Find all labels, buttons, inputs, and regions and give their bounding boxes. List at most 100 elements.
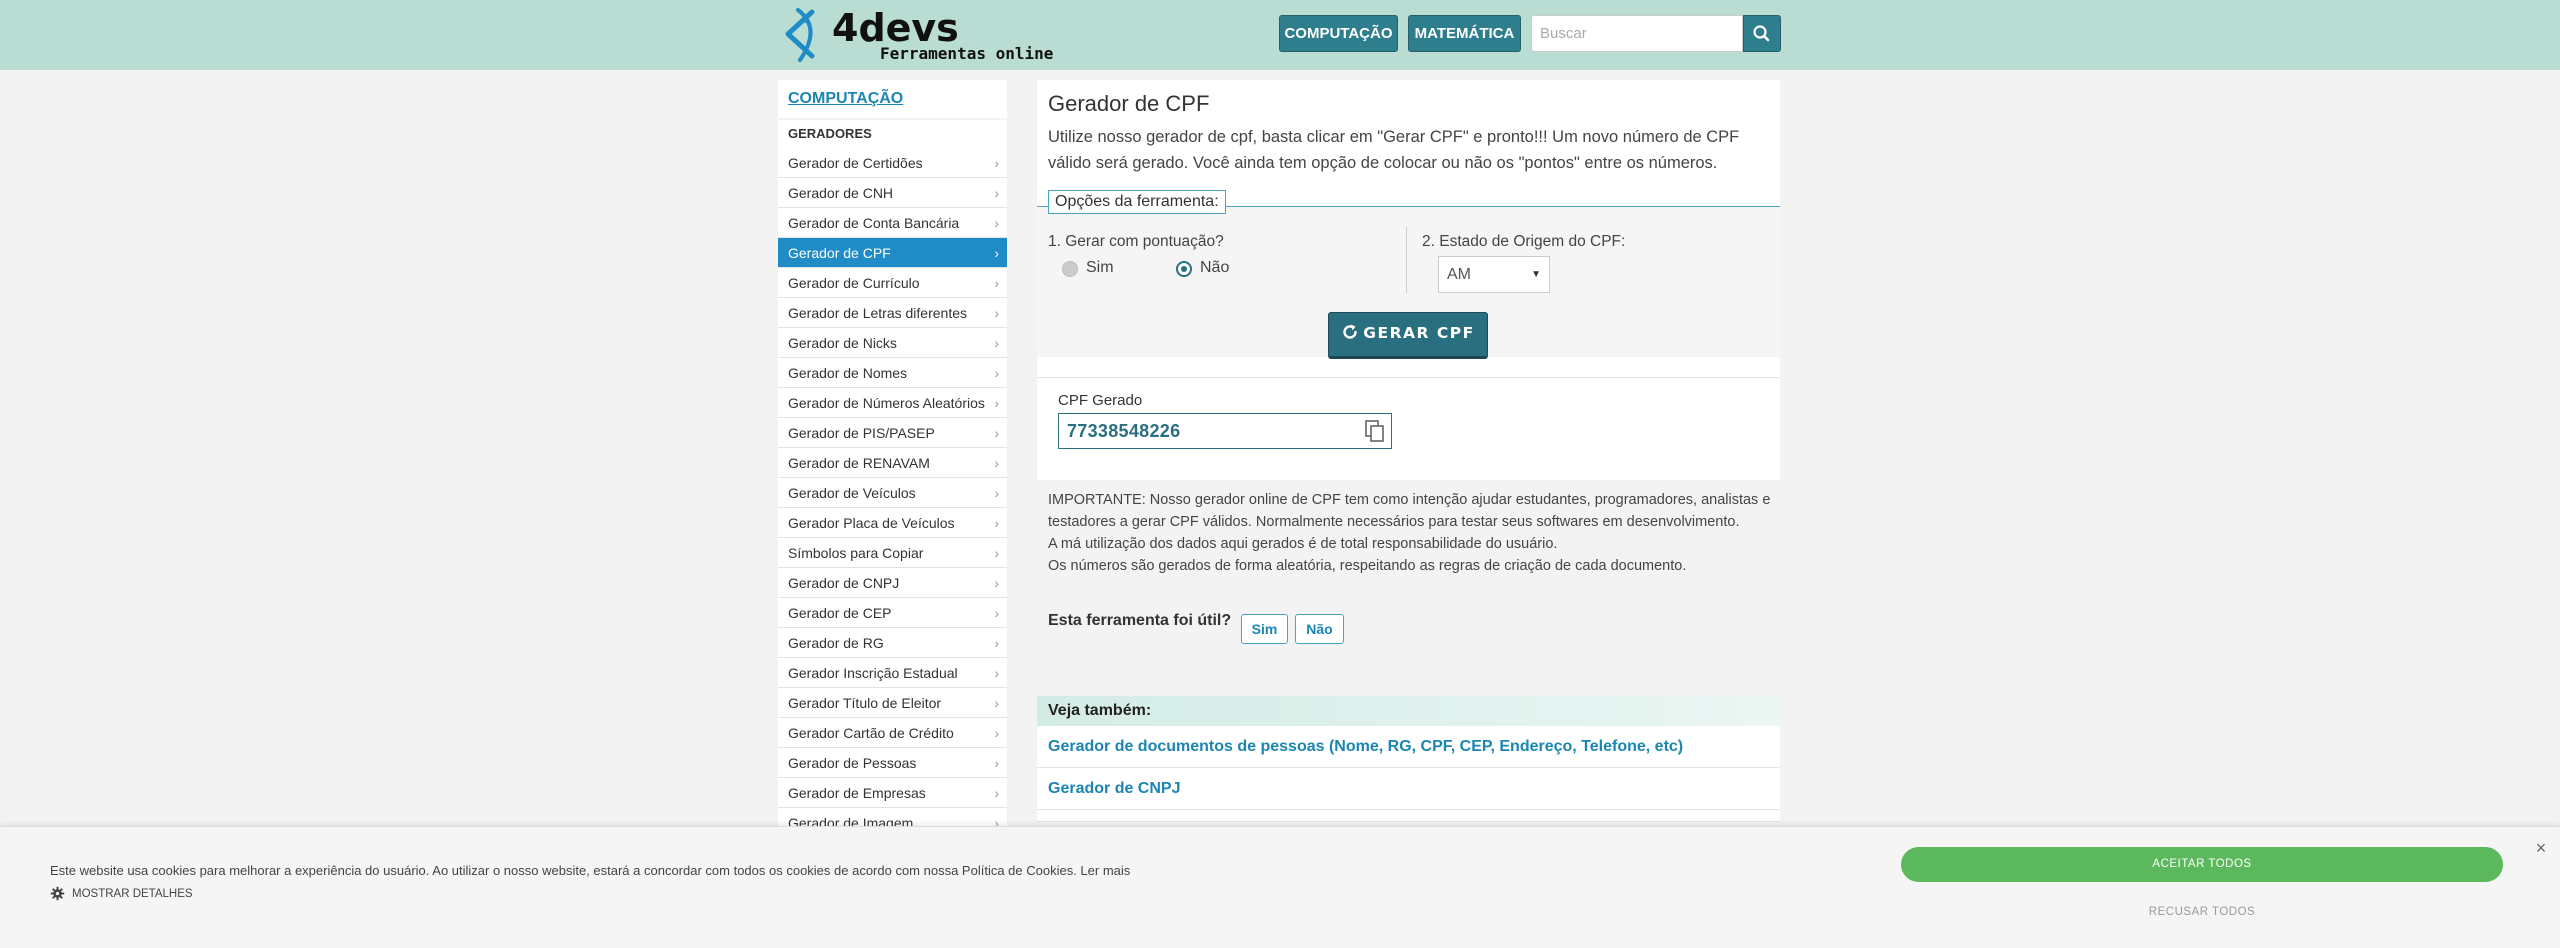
cpf-value[interactable]: 77338548226 <box>1067 421 1180 442</box>
important-paragraph: A má utilização dos dados aqui gerados é… <box>1048 536 1558 552</box>
search-button[interactable] <box>1743 15 1781 52</box>
sidebar-item[interactable]: Gerador de Imagem › <box>778 808 1007 826</box>
sidebar-item[interactable]: Gerador de Conta Bancária › <box>778 208 1007 238</box>
logo-subtitle: Ferramentas online <box>880 44 1054 63</box>
punctuation-no-label[interactable]: Não <box>1200 259 1229 277</box>
chevron-right-icon: › <box>994 395 999 411</box>
result-area: CPF Gerado 77338548226 <box>1037 377 1780 478</box>
punctuation-yes-label[interactable]: Sim <box>1086 259 1114 277</box>
sidebar-item[interactable]: Gerador de CPF › <box>778 238 1007 268</box>
state-select[interactable]: AM ▼ <box>1438 256 1550 293</box>
options-area: 1. Gerar com pontuação? Sim Não 2. Estad… <box>1037 207 1780 359</box>
chevron-right-icon: › <box>994 605 999 621</box>
sidebar-list: Gerador de Certidões › Gerador de CNH › Gera… <box>778 148 1007 826</box>
chevron-right-icon: › <box>994 725 999 741</box>
sidebar-category-link[interactable]: COMPUTAÇÃO <box>778 80 1007 108</box>
see-also-section: Veja também: Gerador de documentos de pe… <box>1037 696 1780 822</box>
sidebar-category: COMPUTAÇÃO <box>778 80 1007 118</box>
generate-cpf-button[interactable]: GERAR CPF <box>1328 312 1488 359</box>
sidebar-item[interactable]: Gerador de Certidões › <box>778 148 1007 178</box>
sidebar-item-label: Gerador Inscrição Estadual <box>788 665 958 681</box>
options-legend: Opções da ferramenta: <box>1048 190 1226 214</box>
feedback-question: Esta ferramenta foi útil? <box>1048 612 1232 629</box>
sidebar-item[interactable]: Gerador de PIS/PASEP › <box>778 418 1007 448</box>
search-input[interactable] <box>1531 15 1743 52</box>
sidebar-item[interactable]: Gerador Inscrição Estadual › <box>778 658 1007 688</box>
sidebar-item-label: Gerador de CNH <box>788 185 894 201</box>
sidebar-item-label: Gerador de Imagem <box>788 815 914 826</box>
reject-all-button[interactable]: Recusar todos <box>1901 902 2503 922</box>
cookie-banner: Este website usa cookies para melhorar a… <box>0 826 2560 948</box>
chevron-right-icon: › <box>994 275 999 291</box>
sidebar-item[interactable]: Gerador de RENAVAM › <box>778 448 1007 478</box>
chevron-right-icon: › <box>994 185 999 201</box>
sidebar-item[interactable]: Gerador de CNH › <box>778 178 1007 208</box>
sidebar-item[interactable]: Gerador de RG › <box>778 628 1007 658</box>
result-field[interactable]: 77338548226 <box>1058 413 1392 449</box>
sidebar-item-label: Gerador de Letras diferentes <box>788 305 967 321</box>
important-paragraph: Os números são gerados de forma aleatóri… <box>1048 558 1687 574</box>
chevron-right-icon: › <box>994 335 999 351</box>
chevron-right-icon: › <box>994 215 999 231</box>
nav-matematica-button[interactable]: MATEMÁTICA <box>1408 15 1521 52</box>
sidebar-item[interactable]: Gerador de Nicks › <box>778 328 1007 358</box>
sidebar-item[interactable]: Gerador de Currículo › <box>778 268 1007 298</box>
refresh-icon <box>1343 324 1357 339</box>
see-also-link[interactable]: Gerador de CNPJ <box>1037 768 1780 810</box>
see-also-link[interactable]: Gerador de documentos de pessoas (Nome, … <box>1037 726 1780 768</box>
chevron-right-icon: › <box>994 785 999 801</box>
sidebar-item[interactable]: Gerador de CEP › <box>778 598 1007 628</box>
see-also-link-partial <box>1037 810 1780 822</box>
feedback-no-button[interactable]: Não <box>1295 614 1344 644</box>
chevron-right-icon: › <box>994 815 999 826</box>
sidebar-item-label: Gerador Cartão de Crédito <box>788 725 954 741</box>
copy-icon[interactable] <box>1362 418 1388 444</box>
sidebar-item-label: Gerador de Nicks <box>788 335 897 351</box>
sidebar-item[interactable]: Gerador de CNPJ › <box>778 568 1007 598</box>
site-header: 4devs Ferramentas online COMPUTAÇÃO MATE… <box>0 0 2560 70</box>
sidebar-item-label: Gerador Placa de Veículos <box>788 515 955 531</box>
sidebar-item-label: Gerador de Conta Bancária <box>788 215 960 231</box>
sidebar-item[interactable]: Gerador de Nomes › <box>778 358 1007 388</box>
sidebar-item[interactable]: Símbolos para Copiar › <box>778 538 1007 568</box>
sidebar-item[interactable]: Gerador de Veículos › <box>778 478 1007 508</box>
important-paragraph: IMPORTANTE: Nosso gerador online de CPF … <box>1048 492 1771 530</box>
sidebar-item[interactable]: Gerador de Pessoas › <box>778 748 1007 778</box>
sidebar-item[interactable]: Gerador Título de Eleitor › <box>778 688 1007 718</box>
chevron-right-icon: › <box>994 545 999 561</box>
accept-all-button[interactable]: Aceitar todos <box>1901 847 2503 882</box>
sidebar-section-title: GERADORES <box>778 120 1007 148</box>
chevron-right-icon: › <box>994 695 999 711</box>
chevron-right-icon: › <box>994 485 999 501</box>
sidebar-item-label: Gerador de Veículos <box>788 485 916 501</box>
chevron-right-icon: › <box>994 575 999 591</box>
sidebar-item-label: Gerador de Números Aleatórios <box>788 395 985 411</box>
logo-mark-icon <box>785 8 815 62</box>
close-icon[interactable]: × <box>2530 837 2552 859</box>
sidebar-item[interactable]: Gerador Cartão de Crédito › <box>778 718 1007 748</box>
sidebar-item-label: Gerador de Nomes <box>788 365 908 381</box>
sidebar-item-label: Gerador de Currículo <box>788 275 920 291</box>
tool-description: Utilize nosso gerador de cpf, basta clic… <box>1048 128 1740 172</box>
site-logo[interactable]: 4devs Ferramentas online <box>778 6 1053 64</box>
feedback-yes-button[interactable]: Sim <box>1241 614 1288 644</box>
nav-computacao-button[interactable]: COMPUTAÇÃO <box>1279 15 1398 52</box>
sidebar-item[interactable]: Gerador de Números Aleatórios › <box>778 388 1007 418</box>
cookie-details-toggle[interactable]: Mostrar detalhes <box>50 886 193 901</box>
gear-icon <box>50 886 65 901</box>
search-icon <box>1753 25 1770 42</box>
important-notice: IMPORTANTE: Nosso gerador online de CPF … <box>1048 489 1783 577</box>
chevron-right-icon: › <box>994 425 999 441</box>
sidebar-item[interactable]: Gerador de Empresas › <box>778 778 1007 808</box>
sidebar-item-label: Gerador de RG <box>788 635 884 651</box>
chevron-right-icon: › <box>994 365 999 381</box>
sidebar-item-label: Gerador de Empresas <box>788 785 926 801</box>
sidebar-item[interactable]: Gerador de Letras diferentes › <box>778 298 1007 328</box>
option-punctuation-label: 1. Gerar com pontuação? <box>1048 233 1224 250</box>
sidebar-item-label: Gerador de CPF <box>788 245 891 261</box>
sidebar-item[interactable]: Gerador Placa de Veículos › <box>778 508 1007 538</box>
chevron-right-icon: › <box>994 305 999 321</box>
punctuation-yes-radio[interactable] <box>1062 261 1078 277</box>
sidebar-item-label: Gerador de CEP <box>788 605 892 621</box>
punctuation-no-radio[interactable] <box>1176 261 1192 277</box>
